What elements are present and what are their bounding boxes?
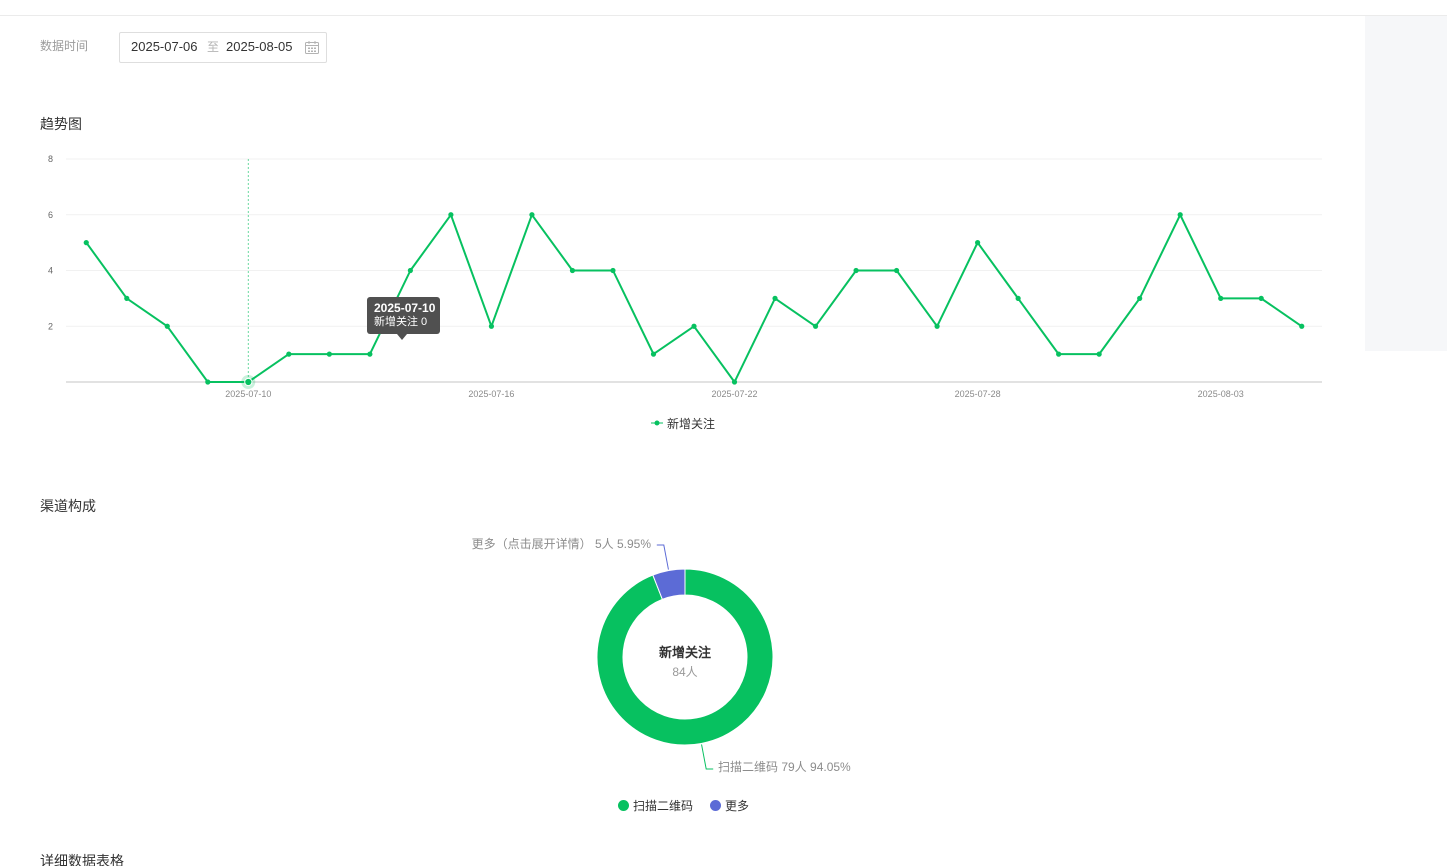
data-point[interactable]: [772, 295, 778, 301]
data-point[interactable]: [407, 267, 413, 274]
side-panel: [1365, 16, 1447, 351]
trend-legend-label: 新增关注: [667, 416, 716, 431]
x-tick-label: 2025-07-28: [955, 389, 1001, 399]
series-line: [85, 213, 1303, 383]
data-point[interactable]: [569, 267, 576, 274]
y-tick-label: 2: [48, 321, 53, 331]
date-separator: 至: [207, 40, 220, 54]
legend-dot-icon: [710, 799, 721, 811]
data-point[interactable]: [934, 323, 940, 329]
y-tick-label: 8: [48, 154, 53, 164]
data-point[interactable]: [1096, 351, 1102, 357]
tooltip-date: 2025-07-10: [374, 301, 436, 315]
page: 数据时间 2025-07-06 至 2025-08-05 趋势图 2 4 6 8 202…: [0, 0, 1447, 866]
data-point[interactable]: [1299, 323, 1305, 329]
data-point[interactable]: [1015, 295, 1021, 301]
date-filter-label: 数据时间: [40, 39, 89, 53]
trend-legend-item[interactable]: 新增关注: [651, 415, 715, 431]
x-tick-label: 2025-07-16: [468, 389, 514, 399]
data-point[interactable]: [812, 323, 819, 329]
legend-dot-icon: [618, 799, 629, 811]
table-title-container: 详细数据表格: [40, 850, 240, 866]
pie-legend-label: 更多: [725, 798, 750, 813]
data-point[interactable]: [1258, 295, 1264, 301]
calendar-icon[interactable]: [305, 41, 319, 54]
data-point[interactable]: [1137, 295, 1143, 301]
data-point[interactable]: [650, 351, 657, 357]
data-point[interactable]: [1218, 295, 1224, 301]
pie-legend-item-more[interactable]: 更多: [710, 797, 749, 813]
data-point[interactable]: [164, 323, 170, 329]
trend-line-chart: 2 4 6 8 2025-07-10 2025-07-16 2025-07-22 2025-0…: [48, 154, 1322, 399]
data-point[interactable]: [326, 351, 332, 357]
tooltip-value: 新增关注 0: [374, 316, 428, 328]
data-point[interactable]: [83, 240, 89, 246]
data-point[interactable]: [286, 351, 292, 357]
data-point[interactable]: [448, 212, 454, 218]
x-tick-label: 2025-08-03: [1198, 389, 1244, 399]
x-tick-label: 2025-07-10: [225, 389, 271, 399]
pie-legend-item-scan[interactable]: 扫描二维码: [618, 797, 693, 813]
end-date-input[interactable]: 2025-08-05: [226, 39, 293, 55]
donut-center-title: 新增关注: [658, 645, 711, 660]
data-point[interactable]: [893, 267, 900, 274]
data-point[interactable]: [1177, 212, 1183, 218]
table-section-title: 详细数据表格: [40, 853, 124, 866]
leader-line: [701, 744, 714, 770]
date-range-picker[interactable]: 2025-07-06 至 2025-08-05: [119, 32, 327, 63]
x-tick-label: 2025-07-22: [711, 389, 757, 399]
tooltip-arrow: [397, 334, 407, 340]
slice-label-more[interactable]: 更多（点击展开详情） 5人 5.95%: [472, 536, 651, 552]
data-point[interactable]: [691, 323, 697, 329]
active-data-point[interactable]: [244, 377, 253, 387]
donut-center: 新增关注 84人: [625, 645, 745, 680]
slice-label-scan: 扫描二维码 79人 94.05%: [718, 760, 851, 774]
data-point[interactable]: [205, 379, 211, 385]
data-point[interactable]: [124, 295, 130, 301]
start-date-input[interactable]: 2025-07-06: [131, 39, 198, 55]
data-point[interactable]: [367, 351, 373, 357]
pie-legend-label: 扫描二维码: [633, 798, 694, 813]
data-point[interactable]: [1056, 351, 1062, 357]
top-bar: [0, 0, 1447, 16]
data-point[interactable]: [731, 379, 738, 385]
channel-section-title: 渠道构成: [40, 498, 96, 514]
y-tick-label: 6: [48, 210, 53, 220]
data-point[interactable]: [853, 267, 859, 274]
trend-section-title: 趋势图: [40, 116, 82, 132]
donut-center-total: 84人: [672, 665, 698, 679]
data-point[interactable]: [610, 267, 616, 274]
leader-line: [656, 544, 669, 570]
y-tick-label: 4: [48, 266, 53, 276]
data-point[interactable]: [488, 323, 495, 329]
data-point[interactable]: [975, 240, 981, 246]
chart-tooltip: 2025-07-10 新增关注 0: [367, 297, 440, 340]
data-point[interactable]: [529, 212, 535, 218]
legend-line-icon: [651, 420, 663, 426]
